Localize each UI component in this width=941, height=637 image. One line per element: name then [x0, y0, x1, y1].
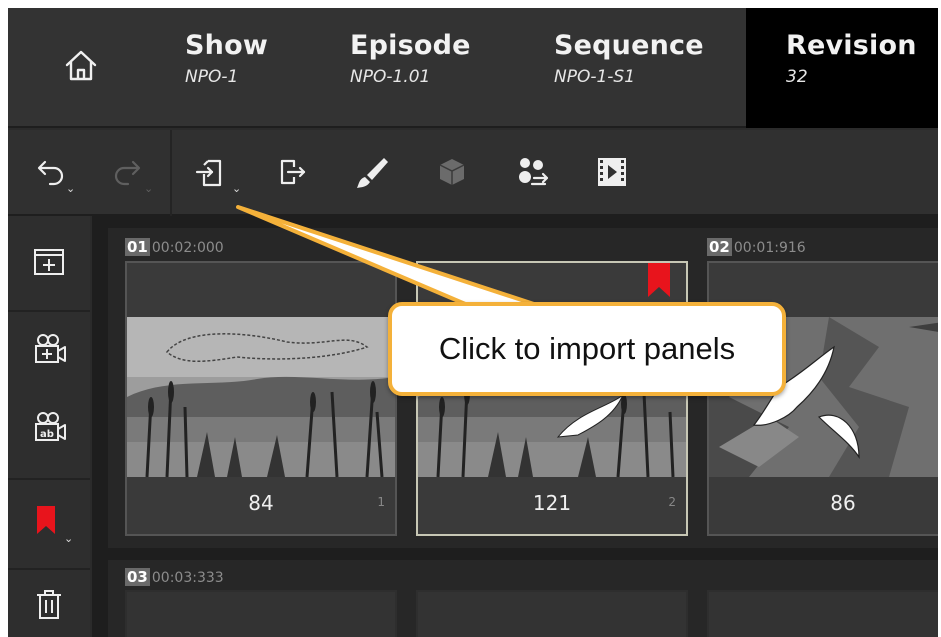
scene-number: 03	[125, 568, 150, 586]
breadcrumb-episode[interactable]: Episode NPO-1.01	[350, 8, 471, 128]
redo-button[interactable]: ⌄	[104, 150, 154, 198]
scene-duration: 00:01:916	[733, 240, 806, 256]
breadcrumb-value: NPO-1-S1	[554, 67, 636, 87]
characters-button[interactable]	[508, 150, 556, 198]
callout-text: Click to import panels	[438, 331, 736, 366]
add-camera-button[interactable]	[8, 316, 90, 386]
scene-number: 01	[125, 238, 150, 256]
sidebar: ab ⌄	[8, 216, 90, 637]
chevron-down-icon: ⌄	[144, 182, 154, 195]
new-panel-button[interactable]	[8, 226, 90, 302]
storyboard-area: 01 00:02:000 02 00:01:916 84 1 121 2 86 …	[92, 216, 938, 637]
panel-index: 1	[377, 495, 385, 509]
panel-card[interactable]: 84 1	[125, 261, 397, 536]
3d-box-icon	[432, 152, 472, 196]
breadcrumb-title: Show	[185, 30, 268, 61]
bookmark-icon	[646, 263, 672, 303]
panel-value: 84	[248, 491, 274, 515]
camera-text-button[interactable]: ab	[8, 394, 90, 464]
draw-button[interactable]	[348, 150, 396, 198]
panel-thumbnail	[127, 317, 395, 477]
export-button[interactable]	[266, 150, 314, 198]
delete-button[interactable]	[8, 576, 90, 636]
chevron-down-icon: ⌄	[66, 182, 76, 195]
toolbar: ⌄ ⌄ ⌄	[8, 130, 938, 216]
3d-button[interactable]	[428, 150, 476, 198]
new-panel-icon	[29, 242, 69, 286]
import-icon	[192, 152, 232, 196]
breadcrumb-title: Sequence	[554, 30, 704, 61]
breadcrumb-sequence[interactable]: Sequence NPO-1-S1	[554, 8, 704, 128]
panel-index: 2	[668, 495, 676, 509]
panel-value: 86	[830, 491, 856, 515]
undo-button[interactable]: ⌄	[26, 150, 76, 198]
camera-text-icon: ab	[29, 407, 69, 451]
scene-label: 02 00:01:916	[707, 238, 806, 256]
scene-duration: 00:02:000	[151, 240, 224, 256]
undo-icon	[30, 152, 70, 196]
sidebar-divider	[8, 310, 90, 312]
video-icon	[592, 152, 632, 196]
scene-number: 02	[707, 238, 732, 256]
trash-icon	[29, 584, 69, 628]
sidebar-divider	[8, 478, 90, 480]
breadcrumb-value: NPO-1	[185, 67, 239, 87]
export-icon	[270, 152, 310, 196]
panel-card[interactable]	[125, 590, 397, 637]
chevron-down-icon: ⌄	[232, 182, 242, 195]
scene-duration: 00:03:333	[151, 570, 224, 586]
scene-row: 03 00:03:333	[108, 560, 938, 637]
add-camera-icon	[29, 329, 69, 373]
bookmark-button[interactable]: ⌄	[8, 484, 90, 564]
panel-card[interactable]	[416, 590, 688, 637]
import-button[interactable]: ⌄	[188, 150, 241, 198]
breadcrumb-revision[interactable]: Revision 32	[746, 8, 938, 128]
home-button[interactable]	[8, 8, 153, 128]
play-button[interactable]	[588, 150, 636, 198]
panel-value: 121	[532, 491, 572, 515]
sidebar-divider	[8, 568, 90, 570]
breadcrumb-show[interactable]: Show NPO-1	[185, 8, 268, 128]
redo-icon	[108, 152, 148, 196]
breadcrumb-value: NPO-1.01	[350, 67, 431, 87]
bookmark-icon	[29, 500, 69, 548]
chevron-down-icon: ⌄	[64, 532, 74, 545]
callout-box: Click to import panels	[388, 302, 786, 396]
svg-text:ab: ab	[40, 429, 54, 440]
scene-label: 01 00:02:000	[125, 238, 224, 256]
header-bar: Show NPO-1 Episode NPO-1.01 Sequence NPO…	[8, 8, 938, 128]
panel-card[interactable]	[707, 590, 938, 637]
brush-icon	[352, 152, 392, 196]
toolbar-divider	[170, 130, 172, 216]
people-icon	[512, 152, 552, 196]
breadcrumb-title: Episode	[350, 30, 471, 61]
home-icon	[61, 46, 101, 90]
breadcrumb-value: 32	[786, 67, 808, 87]
breadcrumb-title: Revision	[786, 30, 917, 61]
scene-label: 03 00:03:333	[125, 568, 224, 586]
